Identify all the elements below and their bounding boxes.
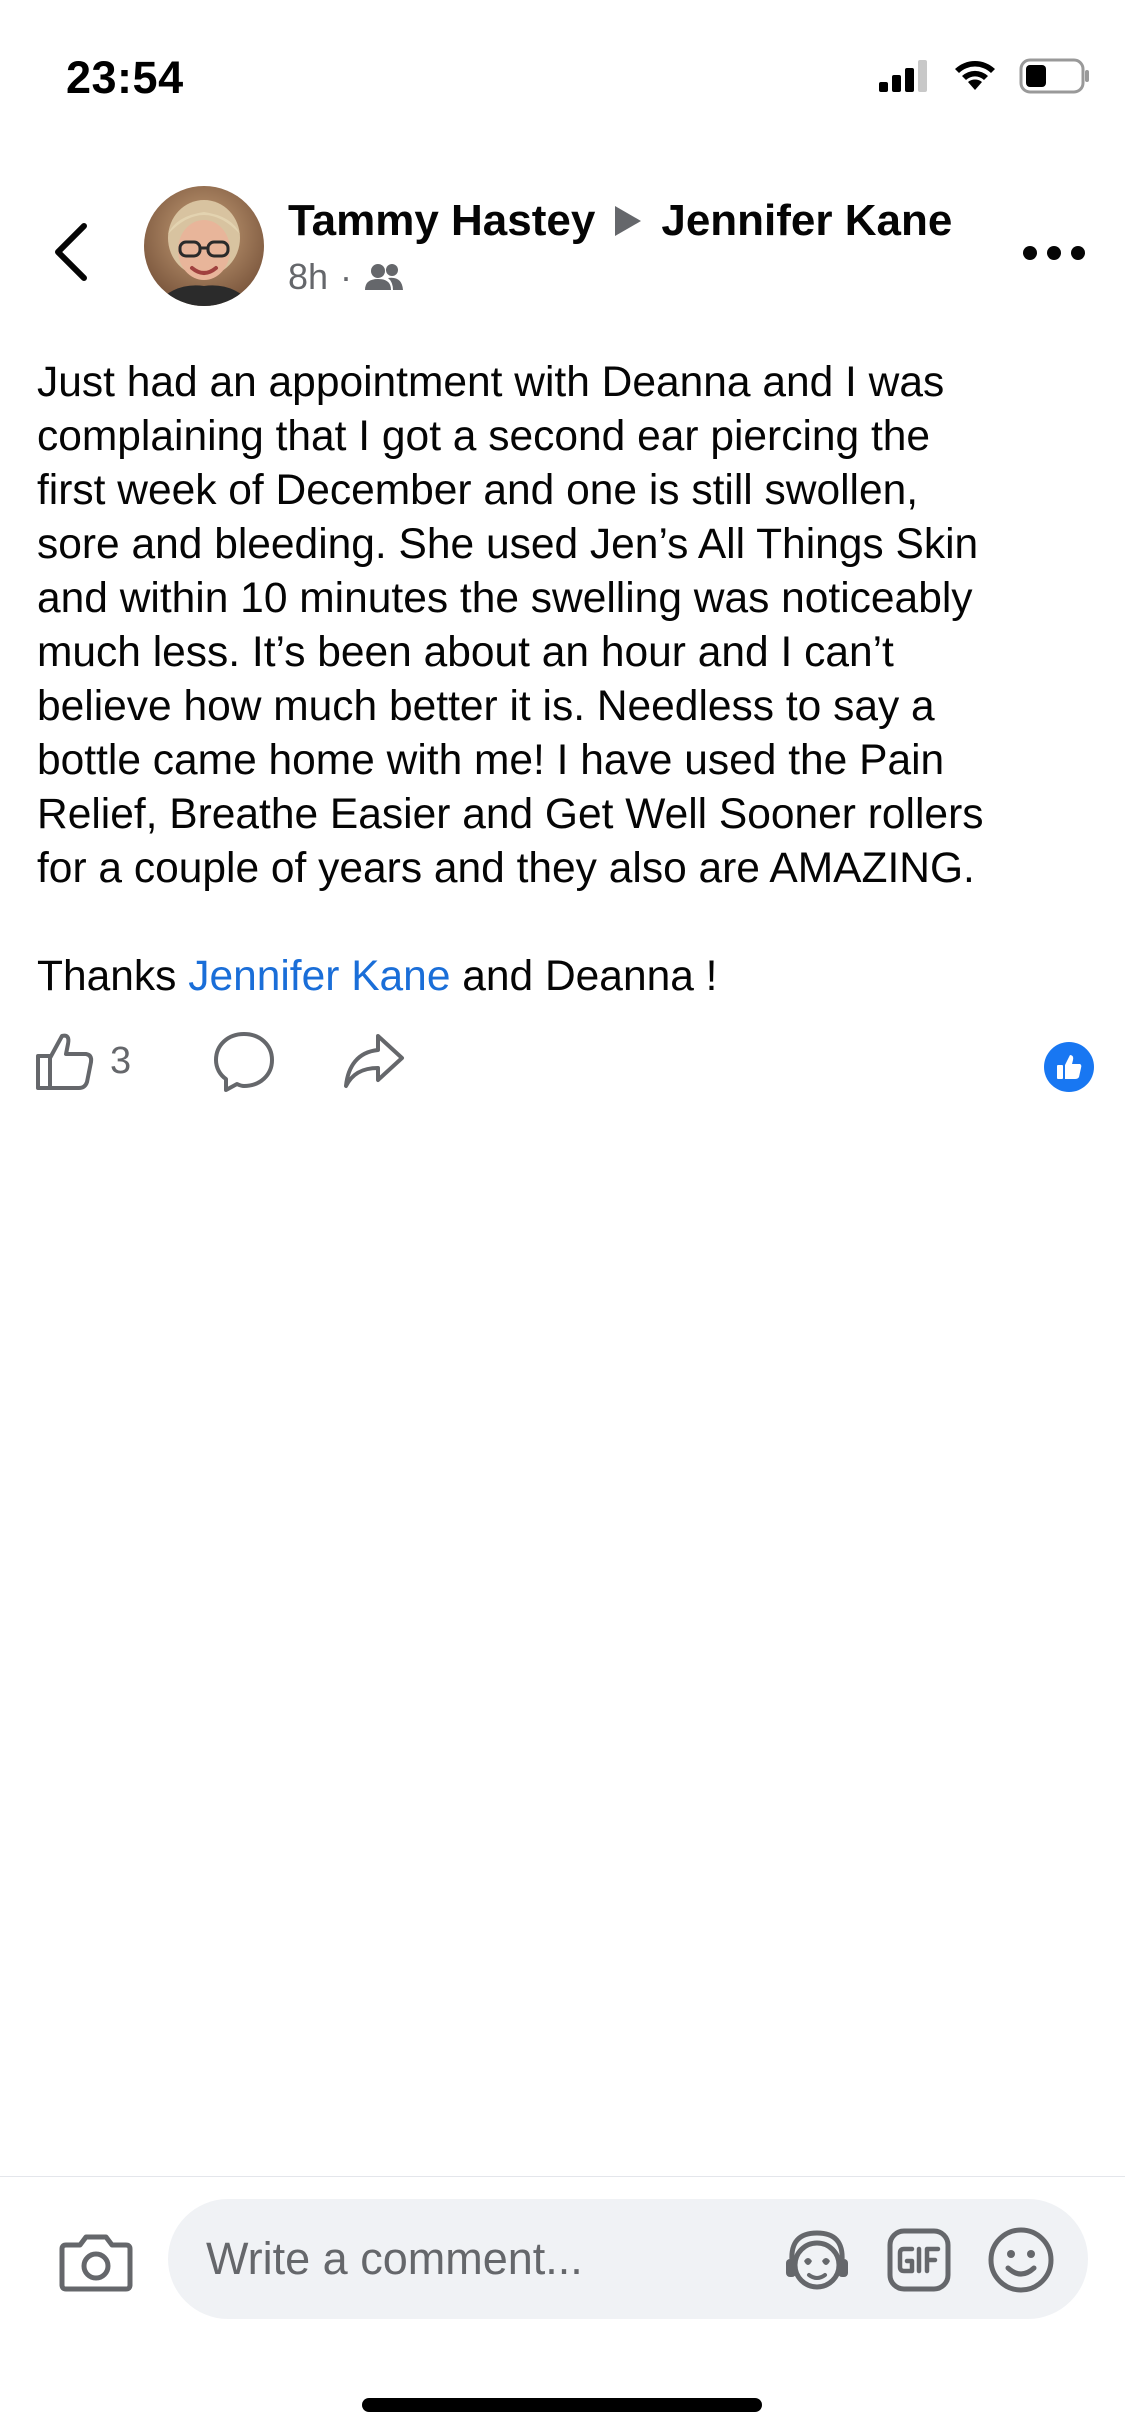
- like-icon: [36, 1033, 94, 1090]
- comment-icon: [214, 1032, 274, 1092]
- post-text-line: Just had an appointment with Deanna and …: [37, 359, 945, 406]
- back-button[interactable]: [44, 212, 104, 292]
- gif-button[interactable]: [882, 2223, 956, 2297]
- post-text-line: sore and bleeding. She used Jen’s All Th…: [37, 521, 979, 568]
- more-dot: [1023, 246, 1037, 260]
- like-reaction-badge[interactable]: [1044, 1042, 1094, 1092]
- status-bar: 23:54: [0, 0, 1125, 140]
- post-screen: 23:54 Tammy Hastey Jennifer Kane 8h · Ju…: [0, 0, 1125, 2436]
- thumbs-up-icon: [1057, 1055, 1082, 1079]
- post-header: Tammy Hastey Jennifer Kane 8h ·: [0, 180, 1125, 320]
- avatar-photo: [144, 186, 264, 306]
- thanks-prefix: Thanks: [37, 953, 189, 1000]
- post-text-line: believe how much better it is. Needless …: [37, 683, 935, 730]
- post-text-line: first week of December and one is still …: [37, 467, 919, 514]
- gif-icon: [887, 2228, 951, 2292]
- recipient-name[interactable]: Jennifer Kane: [661, 196, 952, 246]
- comment-composer: [0, 2176, 1125, 2436]
- meta-separator: ·: [340, 256, 353, 297]
- post-text-line: complaining that I got a second ear pier…: [37, 413, 931, 460]
- like-count: 3: [110, 1039, 132, 1082]
- emoji-button[interactable]: [984, 2223, 1058, 2297]
- avatar-sticker-icon: [786, 2230, 848, 2290]
- composer-icons: [780, 2223, 1058, 2297]
- home-indicator[interactable]: [362, 2398, 762, 2412]
- post-names: Tammy Hastey Jennifer Kane: [288, 196, 952, 246]
- comment-input[interactable]: [206, 2199, 726, 2319]
- like-button[interactable]: 3: [34, 1030, 131, 1092]
- post-text-line: bottle came home with me! I have used th…: [37, 737, 945, 784]
- camera-button[interactable]: [58, 2223, 134, 2299]
- post-meta: 8h ·: [288, 256, 404, 298]
- post-text-line: Relief, Breathe Easier and Get Well Soon…: [37, 791, 984, 838]
- camera-icon: [59, 2234, 133, 2292]
- author-avatar[interactable]: [144, 186, 264, 306]
- status-icons: [879, 58, 1091, 94]
- chevron-left-icon: [55, 223, 87, 281]
- post-actions: 3: [34, 1030, 1094, 1100]
- author-name[interactable]: Tammy Hastey: [288, 196, 595, 246]
- more-dot: [1047, 246, 1061, 260]
- share-button[interactable]: [342, 1030, 406, 1092]
- share-icon: [344, 1034, 404, 1088]
- post-text-line: for a couple of years and they also are …: [37, 845, 975, 892]
- post-time[interactable]: 8h: [288, 256, 328, 298]
- comment-input-container: [168, 2199, 1088, 2319]
- post-text-line: much less. It’s been about an hour and I…: [37, 629, 894, 676]
- mention-link[interactable]: Jennifer Kane: [188, 953, 450, 1000]
- signal-icon: [879, 60, 927, 92]
- more-dot: [1071, 246, 1085, 260]
- post-body: Just had an appointment with Deanna and …: [37, 356, 1097, 1004]
- avatar-sticker-button[interactable]: [780, 2223, 854, 2297]
- wifi-icon: [955, 61, 995, 90]
- emoji-icon: [988, 2227, 1054, 2293]
- friends-icon: [365, 264, 404, 290]
- battery-icon: [1019, 58, 1089, 94]
- status-time: 23:54: [66, 52, 184, 103]
- more-options-button[interactable]: [1023, 238, 1087, 268]
- thanks-line: Thanks Jennifer Kane and Deanna !: [37, 950, 1097, 1004]
- arrow-right-icon: [615, 206, 642, 236]
- thanks-suffix: and Deanna !: [450, 953, 718, 1000]
- comment-button[interactable]: [212, 1030, 276, 1094]
- post-text-line: and within 10 minutes the swelling was n…: [37, 575, 973, 622]
